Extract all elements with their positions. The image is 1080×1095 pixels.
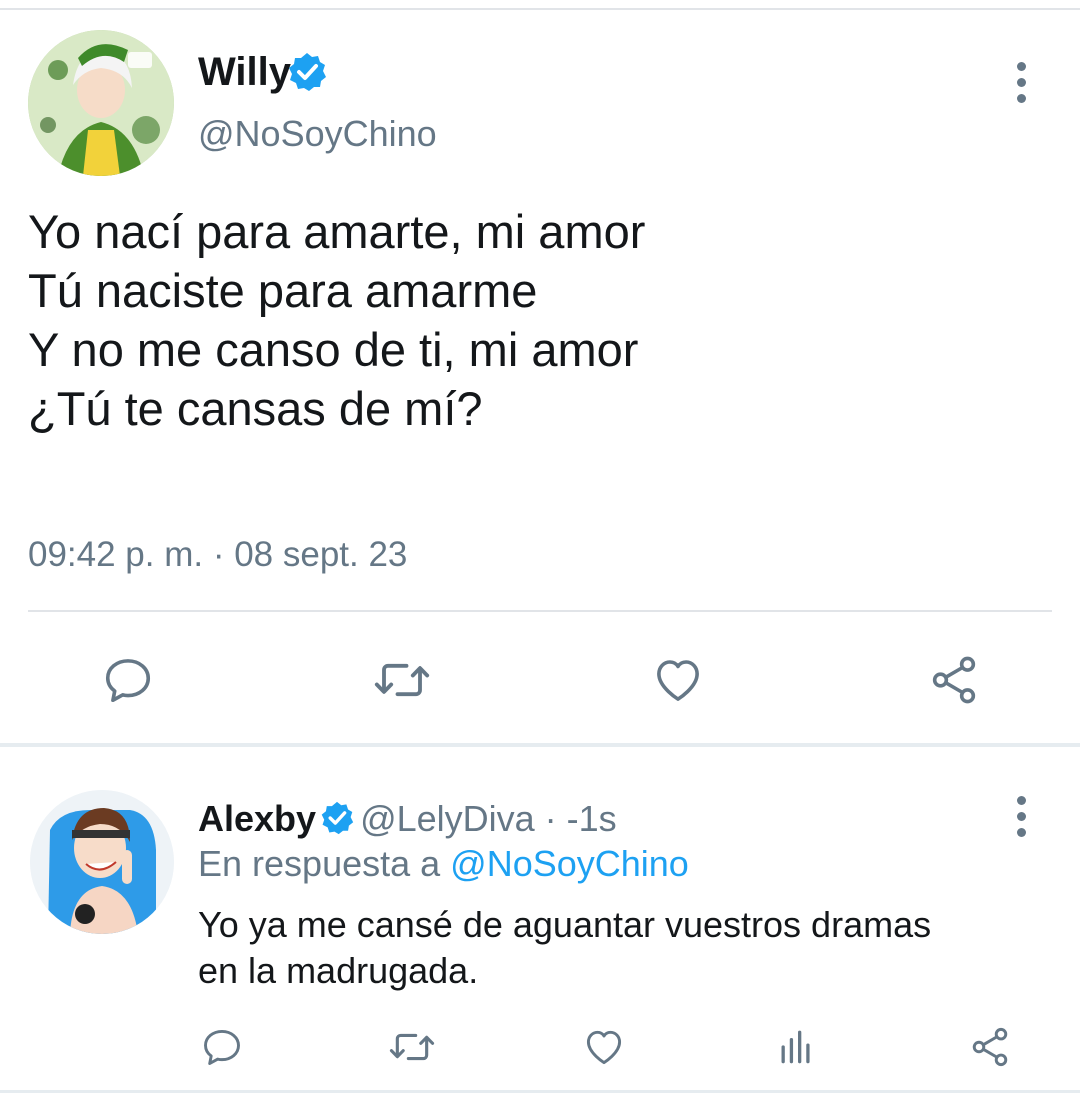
top-divider (0, 8, 1080, 10)
reply-time: · -1s (534, 798, 617, 839)
like-button[interactable] (646, 650, 710, 710)
reply-button[interactable] (96, 650, 160, 710)
author-name[interactable]: Willy (198, 50, 291, 95)
reply-icon (204, 1029, 240, 1065)
author-avatar[interactable] (28, 30, 174, 176)
reply-line: Yo ya me cansé de aguantar vuestros dram… (198, 904, 932, 945)
analytics-icon (781, 1030, 810, 1064)
like-button[interactable] (580, 1022, 628, 1072)
retweet-button[interactable] (368, 650, 436, 710)
tweet-line: ¿Tú te cansas de mí? (28, 382, 483, 435)
tweet-text: Yo nací para amarte, mi amor Tú naciste … (28, 202, 645, 438)
divider (28, 610, 1052, 612)
reply-button[interactable] (198, 1022, 246, 1072)
in-reply-prefix: En respuesta a (198, 843, 451, 884)
author-handle[interactable]: @NoSoyChino (198, 113, 437, 155)
share-button[interactable] (922, 650, 986, 710)
reply-author-name[interactable]: Alexby (198, 798, 316, 839)
tweet-line: Yo nací para amarte, mi amor (28, 205, 646, 258)
section-divider (0, 743, 1080, 747)
share-icon (972, 1027, 1008, 1067)
verified-badge-icon (289, 53, 326, 91)
reply-author-avatar[interactable] (30, 790, 174, 934)
reply-text: Yo ya me cansé de aguantar vuestros dram… (198, 902, 931, 994)
reply-author-handle[interactable]: @LelyDiva (360, 798, 535, 839)
in-reply-to: En respuesta a @NoSoyChino (198, 843, 689, 885)
share-button[interactable] (966, 1022, 1014, 1072)
heart-icon (657, 660, 699, 701)
share-icon (932, 656, 976, 704)
avatar-illustration (30, 790, 174, 934)
avatar-illustration (28, 30, 174, 176)
more-options-icon[interactable] (1015, 796, 1027, 844)
verified-badge-icon (321, 801, 354, 835)
more-options-icon[interactable] (1015, 62, 1027, 110)
tweet-line: Y no me canso de ti, mi amor (28, 323, 639, 376)
reply-icon (105, 659, 151, 703)
reply-header: Alexby @LelyDiva · -1s (198, 798, 617, 840)
retweet-icon (389, 1033, 435, 1061)
in-reply-handle-link[interactable]: @NoSoyChino (450, 843, 689, 884)
analytics-button[interactable] (772, 1022, 820, 1072)
retweet-button[interactable] (386, 1022, 438, 1072)
reply-line: en la madrugada. (198, 950, 479, 991)
tweet-line: Tú naciste para amarme (28, 264, 538, 317)
retweet-icon (374, 663, 430, 697)
bottom-divider (0, 1090, 1080, 1093)
heart-icon (586, 1030, 622, 1065)
tweet-timestamp[interactable]: 09:42 p. m. · 08 sept. 23 (28, 535, 407, 575)
